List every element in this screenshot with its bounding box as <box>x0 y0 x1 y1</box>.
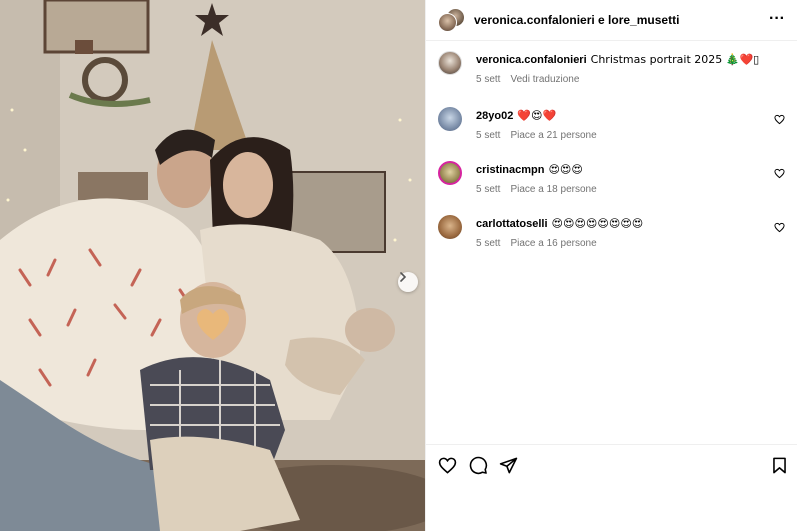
comment-time[interactable]: 5 sett <box>476 74 500 85</box>
comment-time[interactable]: 5 sett <box>476 238 500 249</box>
comment-text: 😍😍😍😍😍😍😍😍 <box>551 217 644 230</box>
comment-text: Christmas portrait 2025 🎄❤️▯ <box>590 53 760 66</box>
comment-likes[interactable]: Piace a 21 persone <box>510 130 596 141</box>
comment-icon[interactable] <box>469 456 488 475</box>
comment-row: cristinacmpn 😍😍😍 5 sett Piace a 18 person… <box>438 161 785 195</box>
comment-row: carlottatoselli 😍😍😍😍😍😍😍😍 5 sett Piace a 1… <box>438 215 785 249</box>
comment-time[interactable]: 5 sett <box>476 130 500 141</box>
post-side-panel: veronica.confalonieri e lore_musetti ···… <box>425 0 797 531</box>
collab-avatars[interactable] <box>438 8 465 32</box>
caption-row: veronica.confalonieri Christmas portrait … <box>438 51 785 85</box>
comment-username[interactable]: veronica.confalonieri <box>476 54 587 66</box>
post-authors[interactable]: veronica.confalonieri e lore_musetti <box>474 13 679 27</box>
comment-text: 😍😍😍 <box>548 163 583 176</box>
comment-likes[interactable]: Piace a 18 persone <box>510 184 596 195</box>
next-image-button[interactable] <box>398 272 418 292</box>
heart-icon[interactable] <box>774 114 785 125</box>
comment-time[interactable]: 5 sett <box>476 184 500 195</box>
share-icon[interactable] <box>499 456 518 475</box>
avatar <box>438 13 457 32</box>
comment-username[interactable]: 28yo02 <box>476 110 513 122</box>
comment-username[interactable]: cristinacmpn <box>476 164 544 176</box>
chevron-right-icon <box>400 272 407 282</box>
comment-username[interactable]: carlottatoselli <box>476 218 548 230</box>
bookmark-icon[interactable] <box>770 456 789 475</box>
heart-icon[interactable] <box>774 168 785 179</box>
heart-icon[interactable] <box>438 456 457 475</box>
avatar[interactable] <box>438 161 462 185</box>
avatar[interactable] <box>438 51 462 75</box>
heart-icon[interactable] <box>774 222 785 233</box>
post-actions-bar <box>426 444 797 485</box>
comment-row: 28yo02 ❤️😍❤️ 5 sett Piace a 21 persone <box>438 107 785 141</box>
more-options-icon[interactable]: ··· <box>769 11 785 27</box>
comments-list: veronica.confalonieri Christmas portrait … <box>426 41 797 249</box>
see-translation-link[interactable]: Vedi traduzione <box>510 74 579 85</box>
comment-likes[interactable]: Piace a 16 persone <box>510 238 596 249</box>
avatar[interactable] <box>438 215 462 239</box>
comment-text: ❤️😍❤️ <box>517 109 557 122</box>
post-header: veronica.confalonieri e lore_musetti ··· <box>426 0 797 41</box>
post-image[interactable] <box>0 0 425 531</box>
photo-illustration <box>0 0 425 531</box>
avatar[interactable] <box>438 107 462 131</box>
